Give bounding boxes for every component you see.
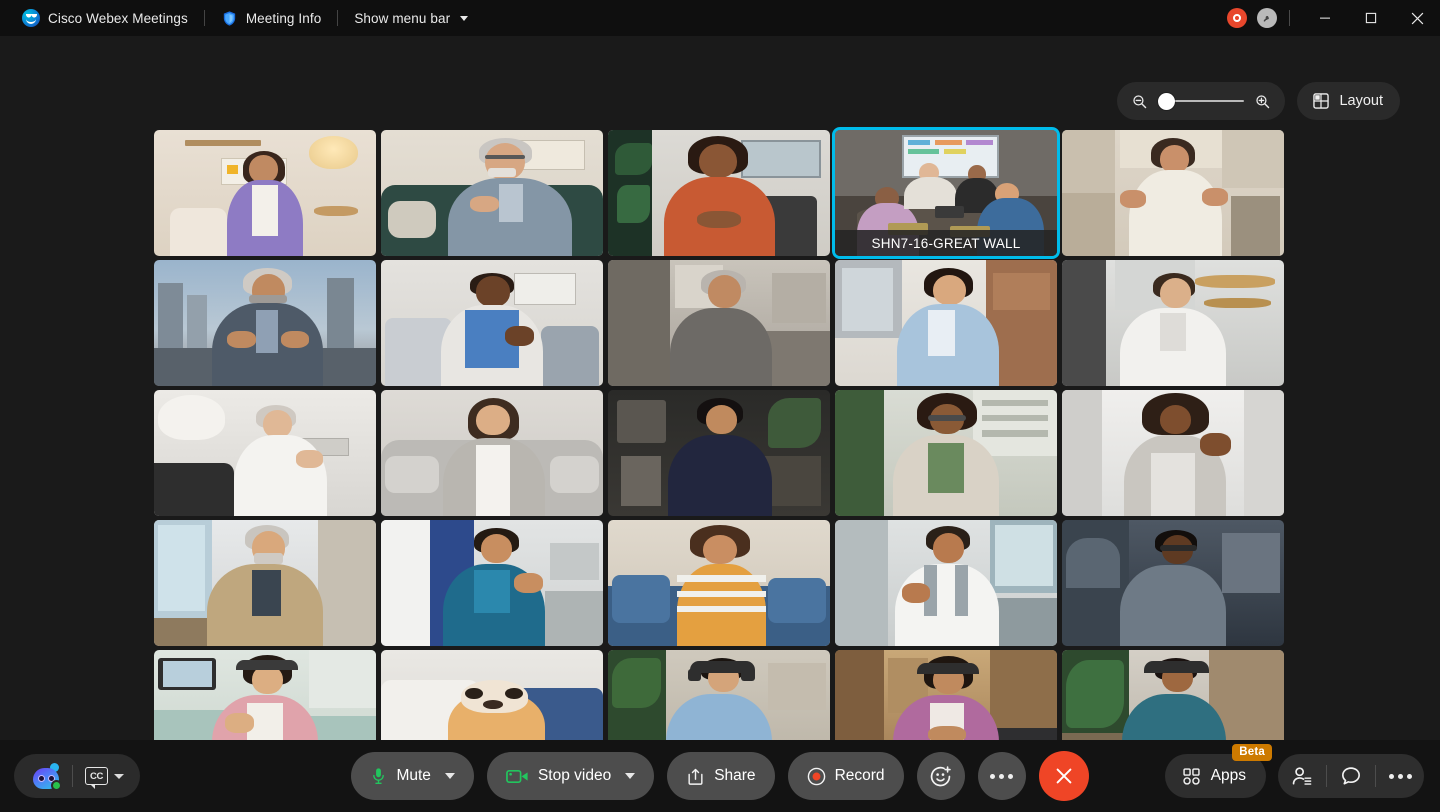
video-tile[interactable] (608, 390, 830, 516)
assistant-status-dot (51, 779, 62, 791)
video-tile[interactable] (835, 520, 1057, 646)
reactions-button[interactable] (916, 752, 965, 800)
webex-assistant-icon (31, 762, 62, 791)
maximize-button[interactable] (1348, 0, 1394, 36)
show-menu-bar-label: Show menu bar (354, 10, 451, 26)
window-controls (1227, 0, 1440, 36)
participant-name: SHN7-16-GREAT WALL (871, 235, 1021, 251)
more-controls-button[interactable] (977, 752, 1026, 800)
meeting-info-label: Meeting Info (245, 10, 322, 26)
apps-label: Apps (1210, 767, 1246, 784)
zoom-in-icon[interactable] (1254, 93, 1271, 110)
closed-captions-icon: CC (85, 767, 108, 789)
chevron-down-icon[interactable] (625, 773, 636, 779)
participant-name-plate: SHN7-16-GREAT WALL (835, 230, 1057, 256)
leave-meeting-button[interactable] (1038, 751, 1089, 801)
beta-badge: Beta (1232, 744, 1272, 761)
video-tile[interactable] (608, 260, 830, 386)
closed-captions-button[interactable]: CC (73, 754, 134, 798)
video-tile[interactable] (154, 130, 376, 256)
title-bar-left: Cisco Webex Meetings Meeting Info Show m… (10, 4, 480, 32)
grid-layout-icon (1313, 93, 1330, 109)
minimize-button[interactable] (1302, 0, 1348, 36)
chevron-down-icon[interactable] (114, 773, 124, 779)
key-icon[interactable] (1257, 8, 1277, 28)
zoom-slider-handle[interactable] (1158, 92, 1176, 110)
webex-meetings-window: Cisco Webex Meetings Meeting Info Show m… (0, 0, 1440, 812)
apps-button-wrapper: Apps Beta (1164, 744, 1272, 798)
title-bar: Cisco Webex Meetings Meeting Info Show m… (0, 0, 1440, 36)
stop-video-button[interactable]: Stop video (486, 752, 655, 800)
meeting-info-button[interactable]: Meeting Info (209, 4, 334, 32)
app-title: Cisco Webex Meetings (10, 4, 200, 32)
share-label: Share (714, 767, 756, 784)
chevron-down-icon[interactable] (444, 773, 455, 779)
more-options-button[interactable] (1376, 754, 1424, 798)
video-tile[interactable] (381, 390, 603, 516)
video-tile-active[interactable]: SHN7-16-GREAT WALL (832, 127, 1060, 259)
chat-bubble-icon (1342, 767, 1360, 785)
share-upload-icon (688, 768, 703, 785)
camera-icon (506, 769, 528, 783)
smiley-plus-icon (930, 765, 951, 786)
webex-assistant-button[interactable] (20, 754, 72, 798)
video-tile[interactable] (835, 260, 1057, 386)
apps-grid-icon (1183, 767, 1200, 785)
video-tile[interactable] (608, 520, 830, 646)
record-dot-icon (807, 767, 825, 785)
layout-button[interactable]: Layout (1297, 82, 1400, 120)
webex-logo-icon (22, 9, 40, 27)
video-tile[interactable] (835, 390, 1057, 516)
divider (203, 10, 205, 26)
primary-controls: Mute Stop video Share Record (351, 751, 1089, 801)
meeting-toolbar: CC Mute Stop video Share Record Apps Bet… (0, 740, 1440, 812)
closed-captions-label: CC (89, 770, 104, 782)
mute-button[interactable]: Mute (351, 752, 474, 800)
participants-icon (1292, 767, 1312, 785)
recording-indicator-icon (1227, 8, 1247, 28)
close-icon (1056, 768, 1071, 784)
app-title-label: Cisco Webex Meetings (48, 10, 188, 26)
video-tile[interactable] (154, 520, 376, 646)
divider (1289, 10, 1290, 26)
video-tile[interactable] (1062, 260, 1284, 386)
chat-button[interactable] (1327, 754, 1375, 798)
share-button[interactable]: Share (667, 752, 775, 800)
shield-icon (223, 10, 235, 26)
record-label: Record (834, 767, 885, 784)
close-button[interactable] (1394, 0, 1440, 36)
video-tile[interactable] (381, 260, 603, 386)
video-tile[interactable] (381, 130, 603, 256)
video-stage: Layout SHN7-16-GREAT WALL (0, 36, 1440, 776)
more-horizontal-icon (990, 773, 1014, 779)
video-tile[interactable] (1062, 130, 1284, 256)
stage-controls: Layout (1117, 82, 1400, 120)
stop-video-label: Stop video (537, 767, 612, 784)
video-tile[interactable] (154, 390, 376, 516)
zoom-control[interactable] (1117, 82, 1286, 120)
secondary-controls: Apps Beta (1164, 744, 1424, 798)
chevron-down-icon (460, 15, 469, 21)
mute-label: Mute (396, 767, 431, 784)
video-tile[interactable] (381, 520, 603, 646)
microphone-icon (373, 767, 385, 784)
participants-button[interactable] (1278, 754, 1326, 798)
show-menu-bar-button[interactable]: Show menu bar (342, 4, 480, 32)
more-horizontal-icon (1388, 773, 1412, 779)
video-tile[interactable] (1062, 520, 1284, 646)
divider (337, 10, 339, 26)
record-button[interactable]: Record (787, 752, 904, 800)
video-tile[interactable] (608, 130, 830, 256)
video-tile[interactable] (154, 260, 376, 386)
video-tile[interactable] (1062, 390, 1284, 516)
zoom-slider[interactable] (1158, 91, 1245, 111)
zoom-out-icon[interactable] (1131, 93, 1148, 110)
assistant-group: CC (14, 754, 140, 798)
panel-buttons (1278, 754, 1424, 798)
participant-grid: SHN7-16-GREAT WALL (154, 127, 1285, 776)
layout-label: Layout (1339, 93, 1383, 109)
